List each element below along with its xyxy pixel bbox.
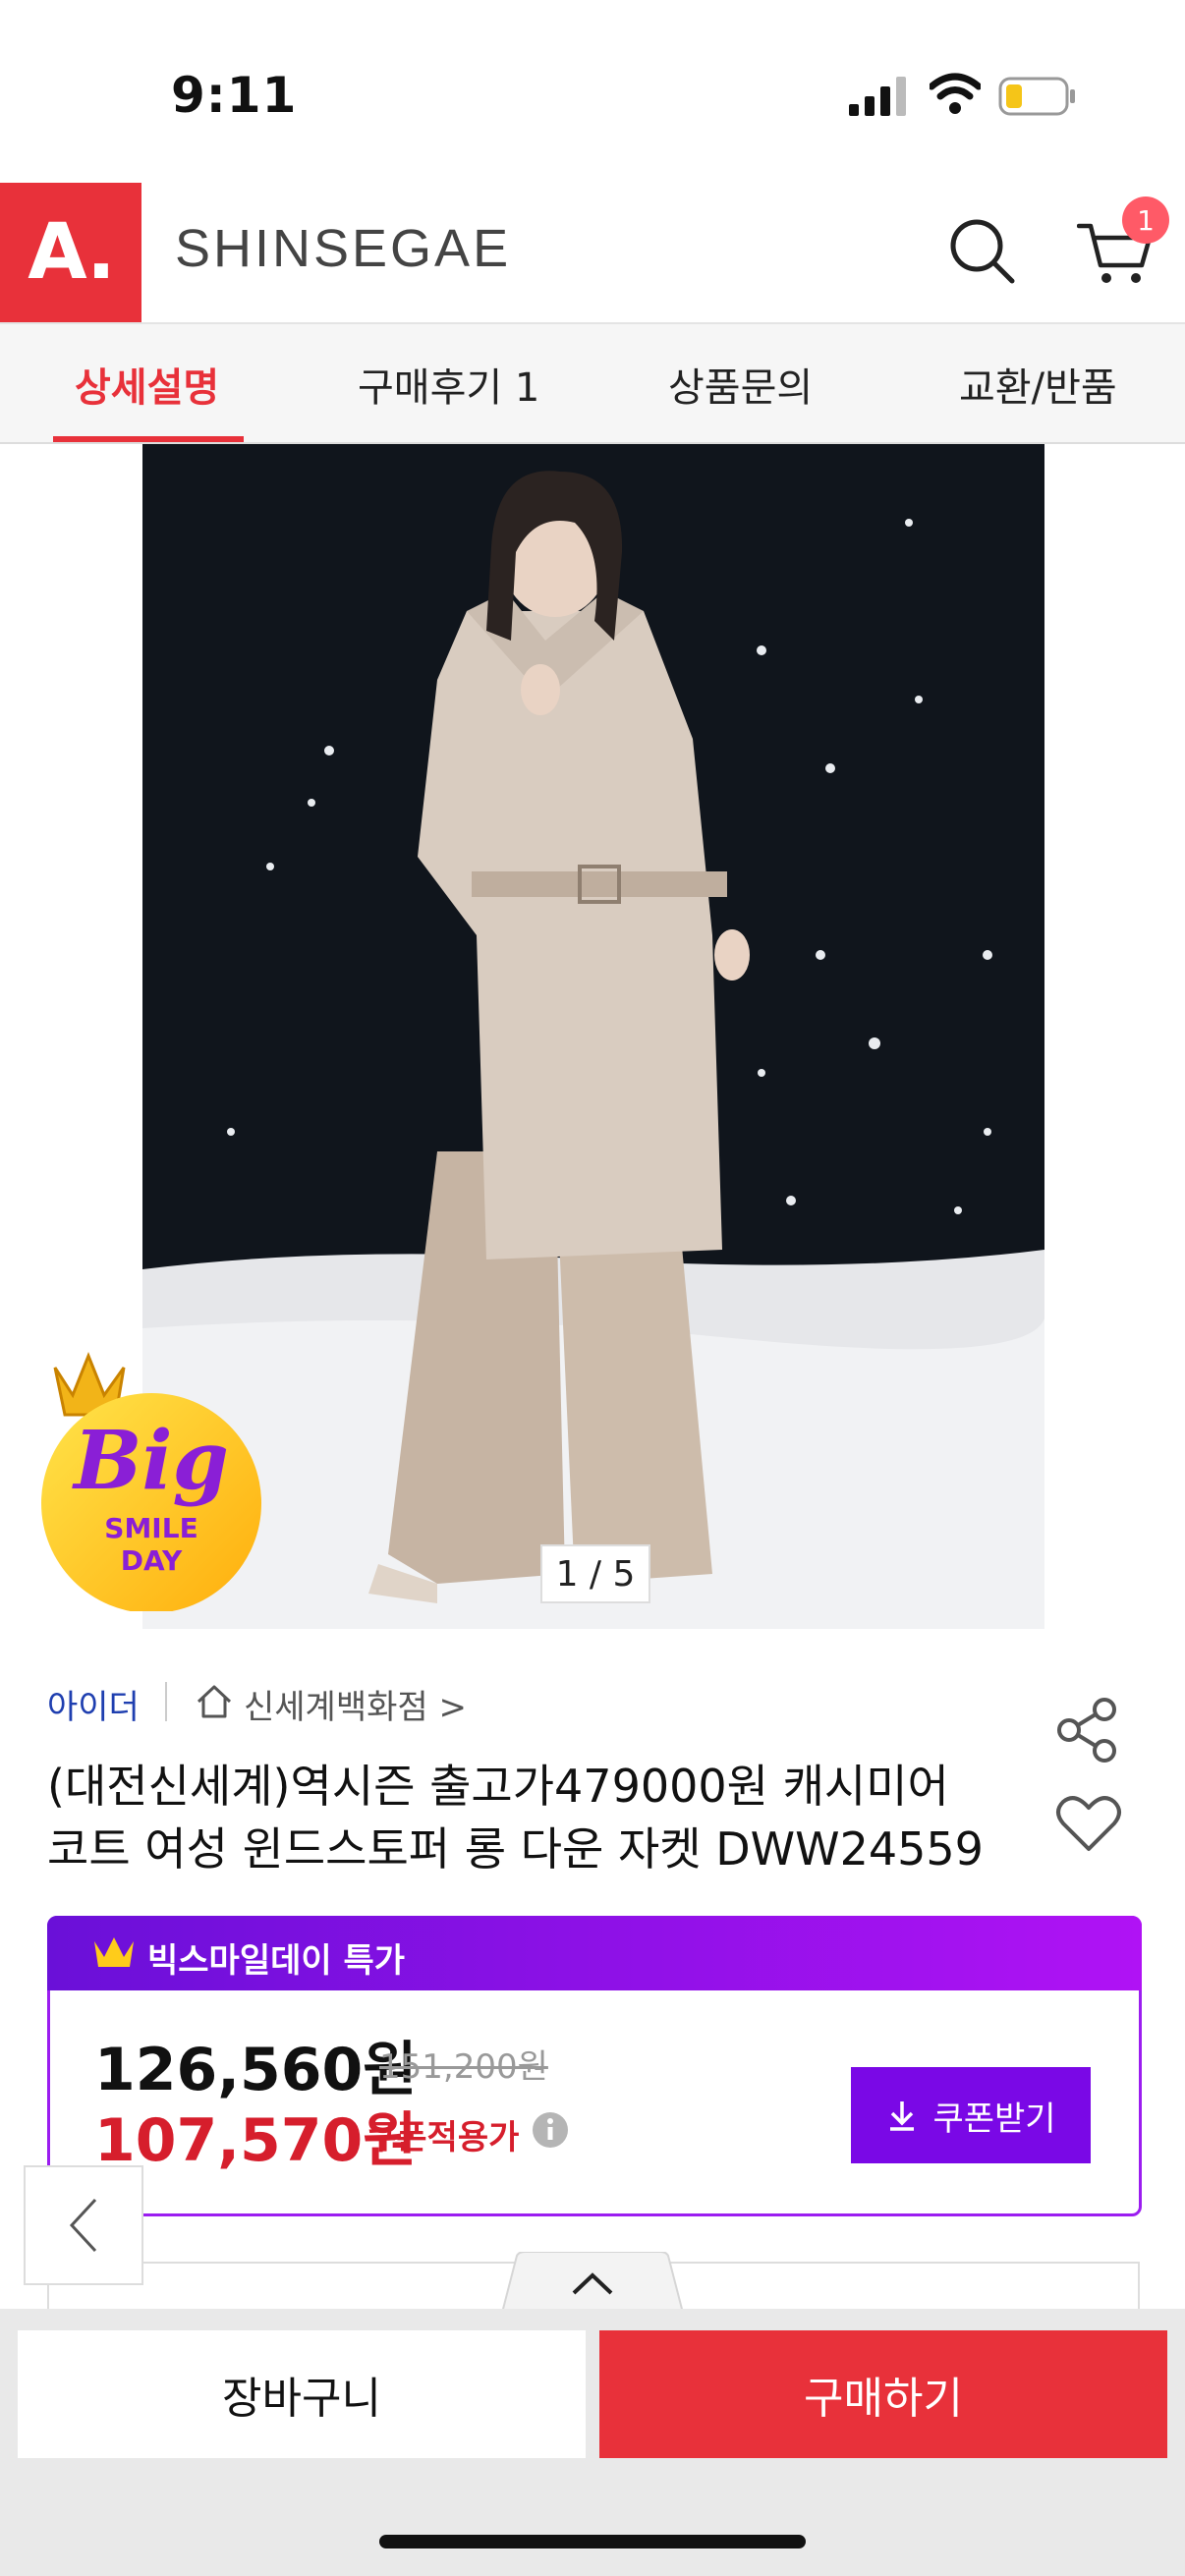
store-link[interactable]: 신세계백화점 > — [244, 1680, 467, 1728]
site-logo[interactable]: A. — [0, 183, 141, 322]
divider — [165, 1682, 167, 1721]
download-icon — [890, 2101, 915, 2131]
buy-now-button[interactable]: 구매하기 — [599, 2330, 1167, 2458]
add-to-cart-button[interactable]: 장바구니 — [18, 2330, 586, 2458]
product-title: (대전신세계)역시즌 출고가479000원 캐시미어 코트 여성 윈드스토퍼 롱… — [47, 1755, 1030, 1880]
coupon-price-label: 쿠폰적용가 — [366, 2118, 520, 2157]
home-icon — [197, 1685, 232, 1718]
brand-name[interactable]: SHINSEGAE — [175, 218, 511, 279]
promo-label: 빅스마일데이 특가 — [147, 1941, 406, 1981]
back-button[interactable] — [24, 2165, 143, 2285]
battery-icon — [998, 77, 1075, 116]
big-smile-day-badge[interactable]: Big SMILE DAY — [35, 1346, 271, 1611]
coupon-download-button[interactable]: 쿠폰받기 — [851, 2067, 1091, 2163]
badge-smile-text: SMILE — [104, 1512, 198, 1544]
tab-detail[interactable]: 상세설명 — [75, 356, 219, 413]
badge-big-text: Big — [72, 1414, 229, 1508]
badge-day-text: DAY — [121, 1544, 183, 1577]
chevron-left-icon — [69, 2198, 97, 2253]
cart-count-badge: 1 — [1122, 196, 1169, 244]
cellular-signal-icon — [849, 77, 906, 116]
tab-exchange-return[interactable]: 교환/반품 — [959, 356, 1117, 413]
product-image[interactable] — [142, 444, 1044, 1629]
tab-inquiry[interactable]: 상품문의 — [668, 356, 813, 413]
expand-panel-tab[interactable] — [501, 2252, 684, 2317]
coupon-button-label: 쿠폰받기 — [932, 2100, 1056, 2138]
heart-icon[interactable] — [1055, 1794, 1122, 1853]
tab-reviews[interactable]: 구매후기 1 — [358, 356, 539, 413]
active-tab-indicator — [53, 436, 244, 442]
wifi-icon — [930, 73, 981, 114]
seller-brand-link[interactable]: 아이더 — [47, 1680, 140, 1728]
product-title-line2: 코트 여성 윈드스토퍼 롱 다운 자켓 DWW24559 — [47, 1822, 984, 1876]
status-time: 9:11 — [171, 67, 298, 124]
original-price: 151,200원 — [379, 2047, 548, 2087]
search-icon[interactable] — [947, 216, 1018, 287]
product-title-line1: (대전신세계)역시즌 출고가479000원 캐시미어 — [47, 1760, 949, 1813]
info-icon[interactable] — [531, 2110, 570, 2150]
crown-icon — [94, 1937, 134, 1967]
image-counter: 1 / 5 — [540, 1544, 650, 1603]
share-icon[interactable] — [1053, 1696, 1122, 1764]
home-indicator — [379, 2535, 806, 2548]
